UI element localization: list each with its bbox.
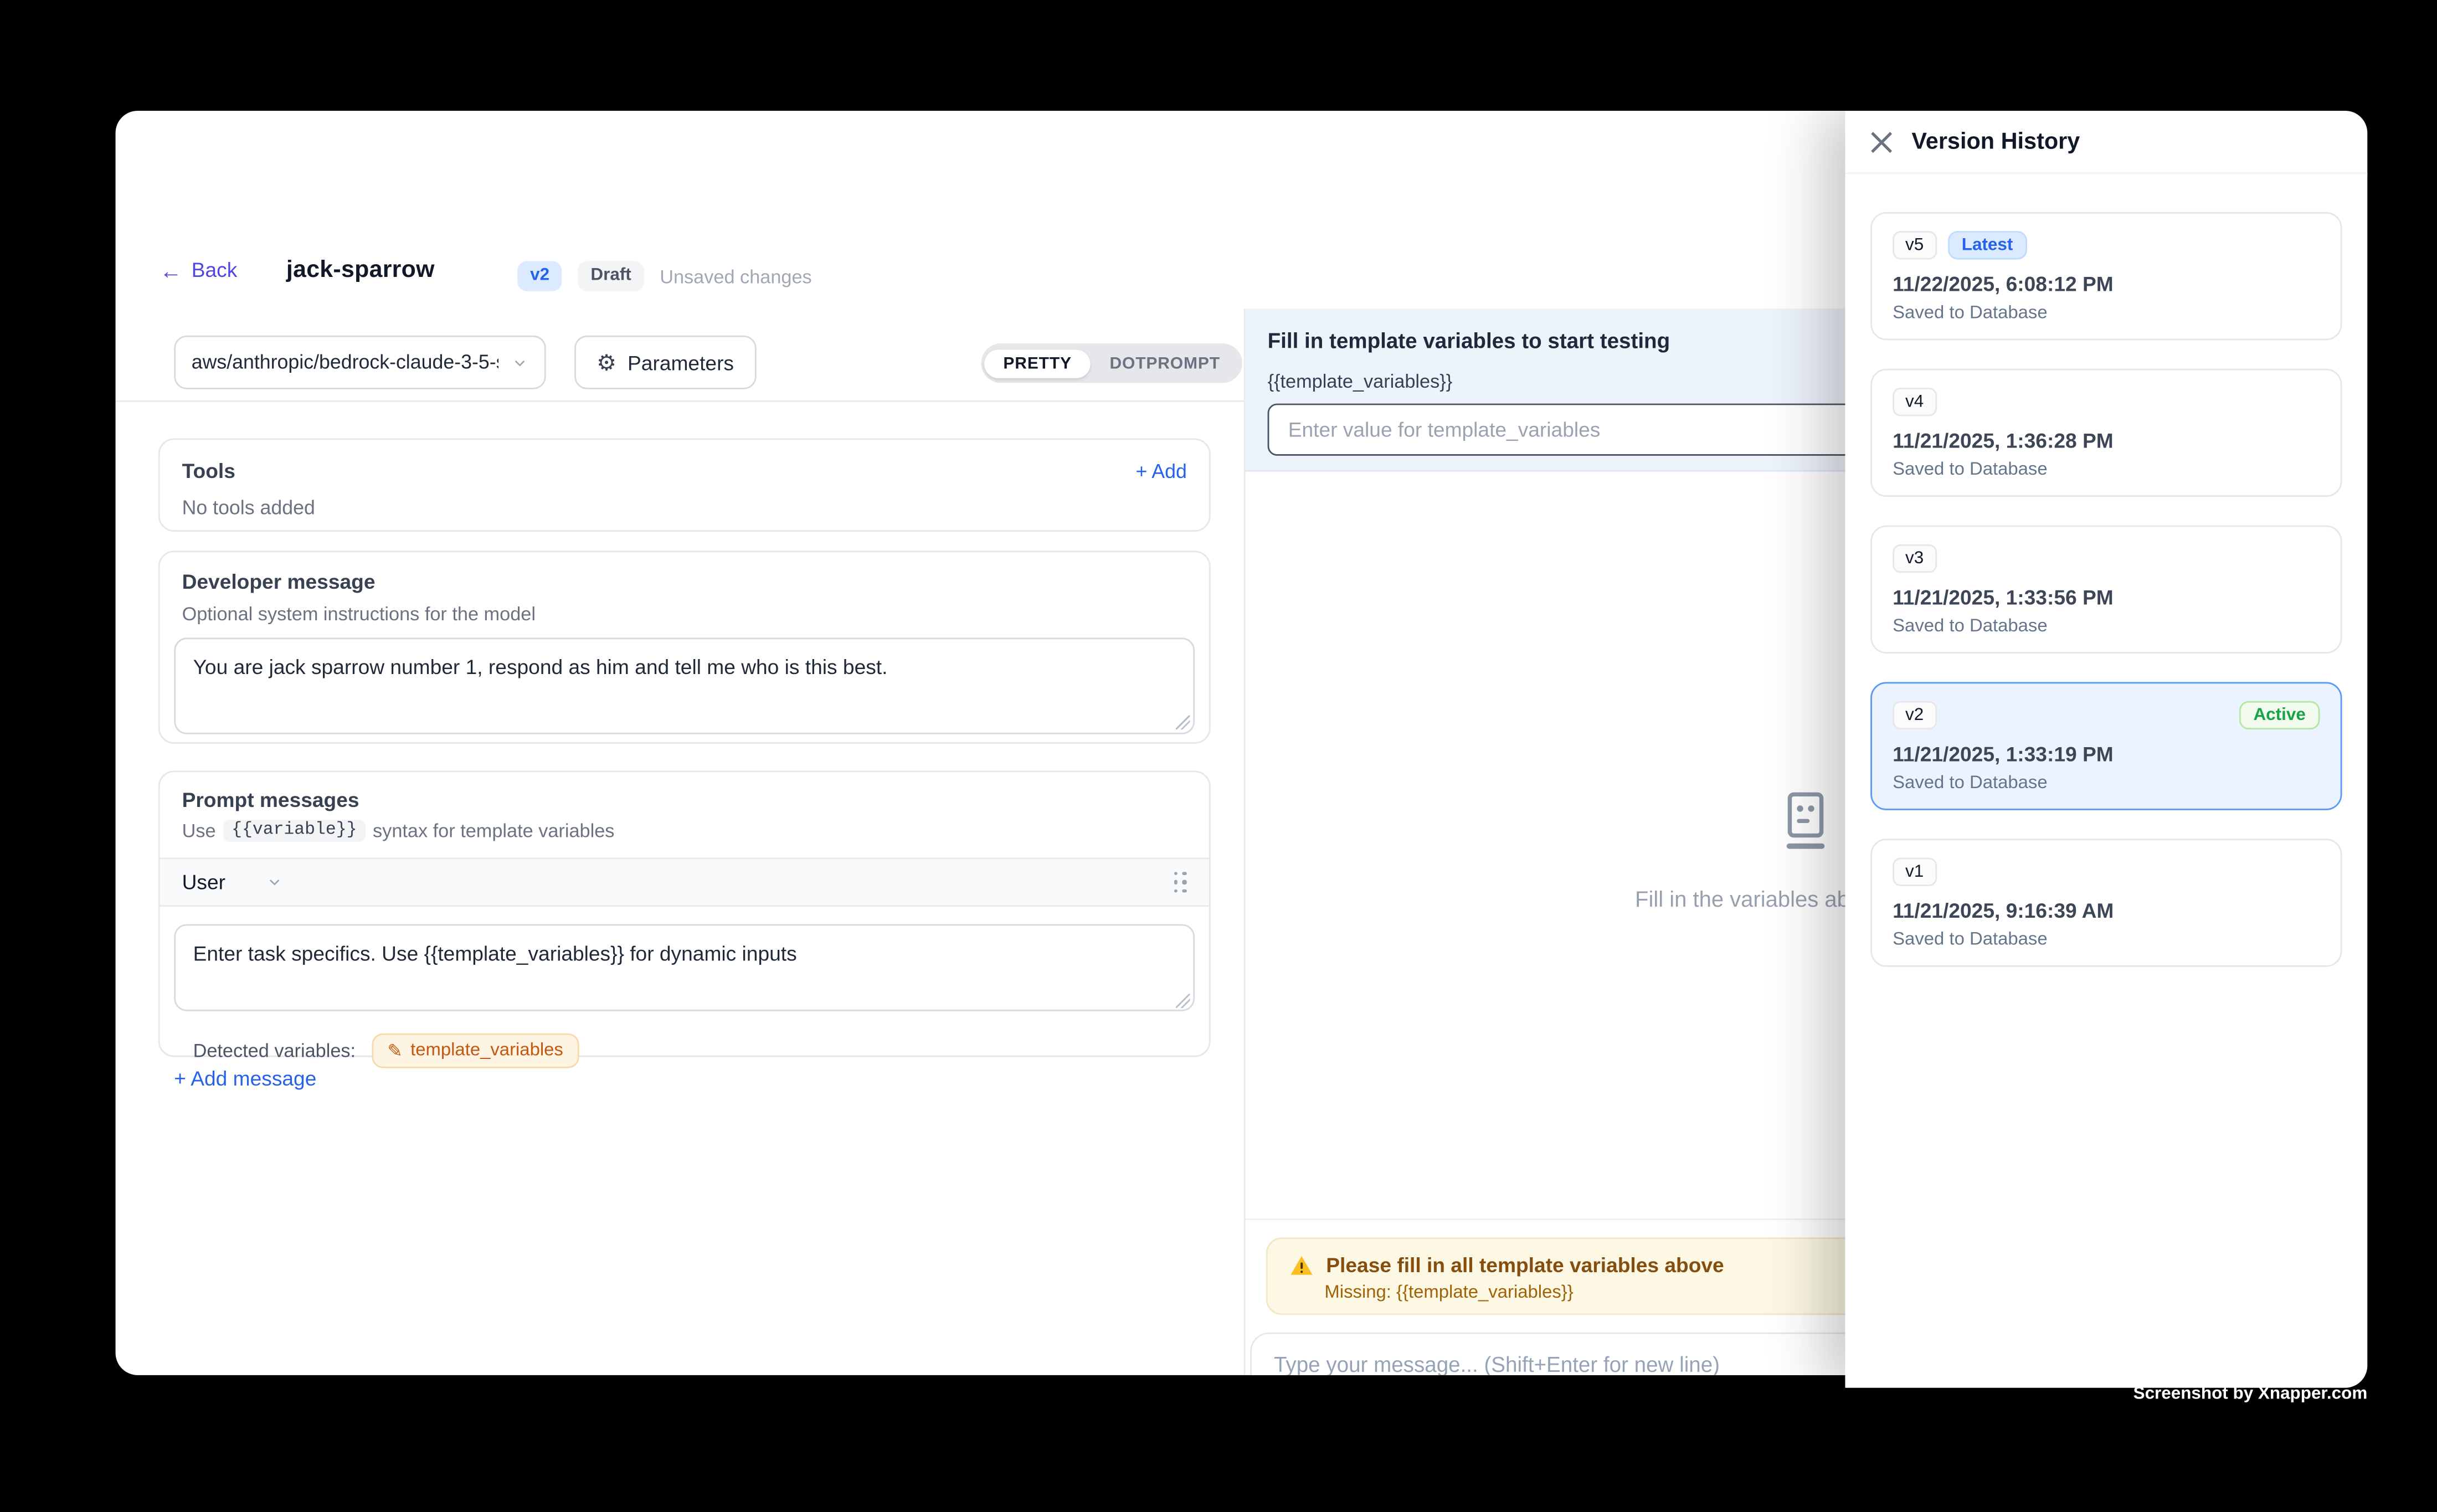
version-card-v5[interactable]: v5 Latest 11/22/2025, 6:08:12 PM Saved t…: [1870, 212, 2342, 340]
version-card-v4[interactable]: v4 11/21/2025, 1:36:28 PM Saved to Datab…: [1870, 369, 2342, 497]
detected-variable-name: template_variables: [410, 1041, 563, 1060]
parameters-button[interactable]: ⚙ Parameters: [574, 336, 756, 389]
xnapper-watermark: Screenshot by Xnapper.com: [2133, 1385, 2368, 1403]
unsaved-changes-text: Unsaved changes: [660, 265, 812, 287]
warning-triangle-icon: [1290, 1254, 1314, 1276]
developer-message-title: Developer message: [160, 570, 1209, 594]
view-mode-toggle: PRETTY DOTPROMPT: [981, 343, 1242, 383]
version-tag: v2: [1893, 701, 1936, 729]
syntax-suffix: syntax for template variables: [373, 820, 614, 842]
chevron-down-icon: [511, 354, 528, 371]
add-tool-button[interactable]: + Add: [1135, 460, 1186, 482]
role-selector[interactable]: User: [182, 870, 284, 894]
page-title: jack-sparrow: [286, 256, 435, 284]
tools-title: Tools: [182, 459, 235, 483]
prompt-messages-title: Prompt messages: [160, 788, 1209, 812]
version-timestamp: 11/21/2025, 1:33:19 PM: [1893, 742, 2320, 766]
parameters-label: Parameters: [628, 351, 734, 374]
role-value: User: [182, 870, 225, 894]
page-header: ← Back jack-sparrow: [160, 256, 435, 284]
developer-message-card: Developer message Optional system instru…: [158, 551, 1211, 744]
version-timestamp: 11/22/2025, 6:08:12 PM: [1893, 272, 2320, 296]
detected-variables-row: Detected variables: ✎ template_variables: [160, 1019, 1209, 1068]
message-role-row: User: [160, 858, 1209, 907]
tools-empty-text: No tools added: [182, 497, 1187, 519]
developer-message-input[interactable]: You are jack sparrow number 1, respond a…: [174, 637, 1195, 734]
draft-status-badge: Draft: [578, 261, 644, 291]
back-arrow-icon: ←: [160, 259, 182, 281]
active-badge: Active: [2239, 701, 2320, 729]
version-history-title: Version History: [1911, 129, 2080, 155]
prompt-syntax-hint: Use {{variable}} syntax for template var…: [160, 812, 1209, 842]
latest-badge: Latest: [1947, 231, 2027, 259]
screenshot-stage: ← Back jack-sparrow v2 Draft Unsaved cha…: [0, 0, 2437, 1512]
chevron-down-icon: [266, 873, 284, 891]
version-tag: v3: [1893, 544, 1936, 573]
version-card-v3[interactable]: v3 11/21/2025, 1:33:56 PM Saved to Datab…: [1870, 526, 2342, 654]
prompt-message-input[interactable]: Enter task specifics. Use {{template_var…: [174, 924, 1195, 1011]
version-source: Saved to Database: [1893, 774, 2320, 793]
version-tag: v4: [1893, 388, 1936, 416]
resize-handle-icon[interactable]: [1176, 715, 1190, 729]
version-list: v5 Latest 11/22/2025, 6:08:12 PM Saved t…: [1845, 174, 2367, 966]
toggle-dotprompt[interactable]: DOTPROMPT: [1091, 349, 1239, 377]
add-message-button[interactable]: + Add message: [174, 1067, 316, 1091]
drag-handle-icon[interactable]: [1174, 871, 1187, 893]
detected-variables-label: Detected variables:: [193, 1040, 356, 1062]
version-card-v1[interactable]: v1 11/21/2025, 9:16:39 AM Saved to Datab…: [1870, 839, 2342, 966]
toggle-pretty[interactable]: PRETTY: [984, 349, 1091, 377]
prompt-messages-card: Prompt messages Use {{variable}} syntax …: [158, 770, 1211, 1057]
version-history-panel: Version History v5 Latest 11/22/2025, 6:…: [1845, 111, 2367, 1388]
version-source: Saved to Database: [1893, 617, 2320, 636]
detected-variable-chip[interactable]: ✎ template_variables: [372, 1033, 579, 1068]
warning-title: Please fill in all template variables ab…: [1326, 1253, 1724, 1277]
developer-message-subtitle: Optional system instructions for the mod…: [160, 593, 1209, 625]
model-selector[interactable]: aws/anthropic/bedrock-claude-3-5-s...: [174, 336, 546, 389]
back-label: Back: [192, 258, 238, 282]
version-source: Saved to Database: [1893, 304, 2320, 323]
syntax-prefix: Use: [182, 820, 216, 842]
tools-card: Tools + Add No tools added: [158, 438, 1211, 532]
pencil-icon: ✎: [387, 1040, 403, 1062]
syntax-code-chip: {{variable}}: [224, 820, 365, 842]
version-timestamp: 11/21/2025, 1:36:28 PM: [1893, 429, 2320, 452]
version-badge: v2: [517, 261, 562, 291]
resize-handle-icon[interactable]: [1176, 994, 1190, 1008]
version-timestamp: 11/21/2025, 9:16:39 AM: [1893, 899, 2320, 923]
version-card-v2-active[interactable]: v2 Active 11/21/2025, 1:33:19 PM Saved t…: [1870, 682, 2342, 810]
version-source: Saved to Database: [1893, 930, 2320, 949]
close-icon[interactable]: [1870, 131, 1893, 153]
back-button[interactable]: ← Back: [160, 258, 238, 282]
model-selector-value: aws/anthropic/bedrock-claude-3-5-s...: [192, 351, 498, 373]
version-tag: v5: [1893, 231, 1936, 259]
toolbar-divider: [116, 400, 1244, 402]
version-timestamp: 11/21/2025, 1:33:56 PM: [1893, 585, 2320, 609]
version-history-header: Version History: [1845, 111, 2367, 174]
gear-icon: ⚙: [597, 351, 616, 373]
robot-icon: [1777, 791, 1834, 855]
header-badges: v2 Draft Unsaved changes: [517, 261, 811, 291]
version-tag: v1: [1893, 858, 1936, 886]
version-source: Saved to Database: [1893, 460, 2320, 479]
